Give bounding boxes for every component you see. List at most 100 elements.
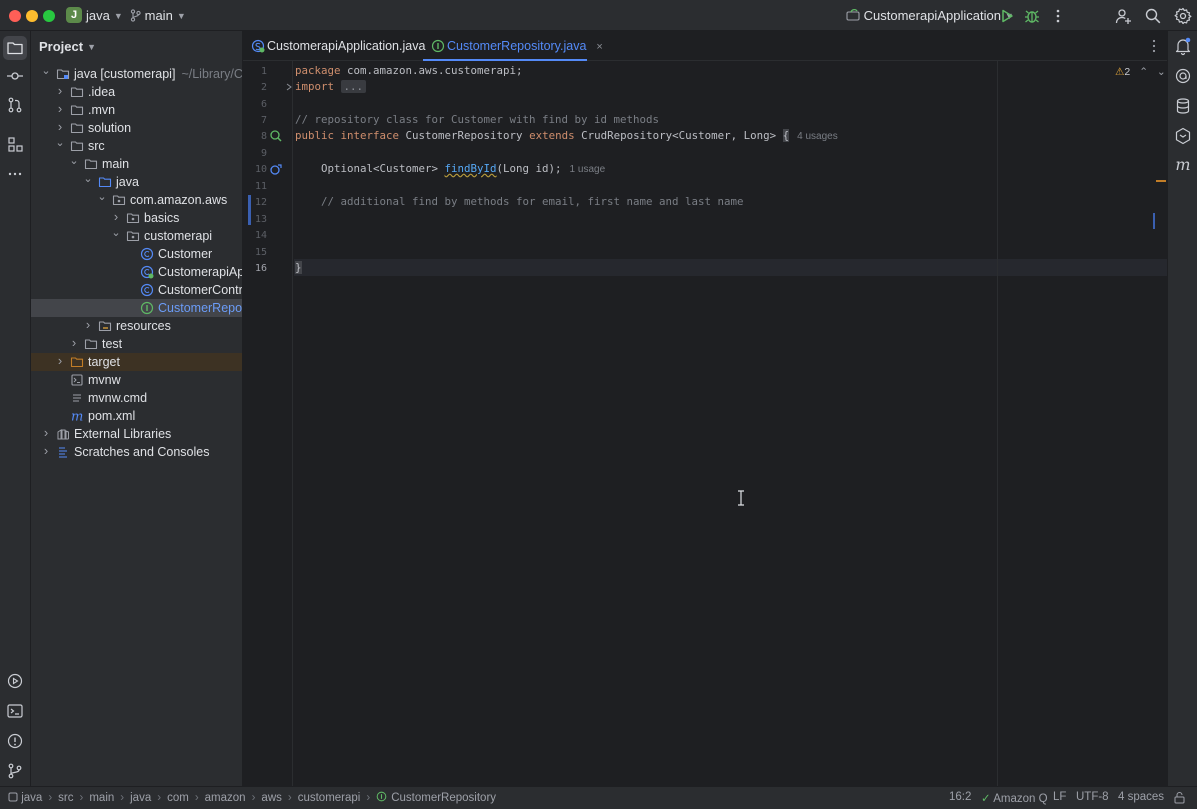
more-horizontal-icon xyxy=(8,172,22,176)
code-line-2: import ... xyxy=(295,80,367,93)
chevron-down-icon[interactable]: ⌄ xyxy=(69,152,79,170)
breadcrumb-item[interactable]: main xyxy=(89,792,114,804)
more-actions-button[interactable] xyxy=(1049,7,1067,25)
change-stripe-marker[interactable] xyxy=(1153,213,1155,229)
breadcrumb-item[interactable]: src xyxy=(58,792,73,804)
chevron-right-icon[interactable]: › xyxy=(41,442,51,460)
tree-item[interactable]: › .mvn xyxy=(31,100,242,119)
project-badge[interactable]: J xyxy=(66,7,82,23)
tree-item[interactable]: › test xyxy=(31,334,242,353)
tab-customerapi-application[interactable]: CustomerapiApplication.java xyxy=(243,31,425,61)
tab-options-button[interactable] xyxy=(1147,38,1161,54)
more-tools-button[interactable] xyxy=(5,164,25,184)
chevron-right-icon[interactable]: › xyxy=(83,316,93,334)
breadcrumb-item[interactable]: aws xyxy=(261,792,281,804)
project-tool-button[interactable] xyxy=(3,36,27,60)
search-everywhere-button[interactable] xyxy=(1144,7,1162,25)
minimize-window-button[interactable] xyxy=(26,10,38,22)
tree-item[interactable]: ⌄ customerapi xyxy=(31,224,242,245)
structure-tool-button[interactable] xyxy=(5,134,25,154)
breadcrumb-item[interactable]: amazon xyxy=(205,792,246,804)
tree-item[interactable]: › basics xyxy=(31,209,242,227)
chevron-right-icon[interactable]: › xyxy=(55,100,65,118)
chevron-right-icon[interactable]: › xyxy=(55,82,65,100)
pull-requests-tool-button[interactable] xyxy=(5,95,25,115)
code-editor[interactable]: 1 2 6 7 8 9 10 11 12 13 14 15 16 package… xyxy=(243,61,1167,786)
fold-expand-icon[interactable] xyxy=(285,82,293,92)
module-icon xyxy=(8,792,18,802)
chevron-down-icon[interactable]: ⌄ xyxy=(83,170,93,188)
close-window-button[interactable] xyxy=(9,10,21,22)
breadcrumb-item[interactable]: java xyxy=(130,792,151,804)
zoom-window-button[interactable] xyxy=(43,10,55,22)
aws-toolkit-tool-button[interactable] xyxy=(1173,126,1193,146)
run-config-selector[interactable]: CustomerapiApplication ▼ xyxy=(846,8,1014,23)
chevron-right-icon[interactable]: › xyxy=(41,424,51,442)
tree-item[interactable]: mvnw xyxy=(31,371,242,389)
code-line-8: public interface CustomerRepository exte… xyxy=(295,129,838,142)
tree-item[interactable]: ⌄ java [customerapi]~/Library/CloudSt xyxy=(31,62,242,83)
tree-item[interactable]: CustomerControlle xyxy=(31,281,242,299)
tree-item[interactable]: ⌄ main xyxy=(31,152,242,173)
previous-highlight-icon[interactable]: ⌃ xyxy=(1139,66,1148,78)
line-ending-selector[interactable]: LF xyxy=(1053,791,1066,803)
breadcrumb-item[interactable]: customerapi xyxy=(298,792,361,804)
spring-bean-gutter-icon[interactable] xyxy=(269,129,283,143)
tree-item[interactable]: › External Libraries xyxy=(31,424,242,443)
settings-button[interactable] xyxy=(1174,7,1192,25)
tab-customer-repository[interactable]: CustomerRepository.java × xyxy=(423,31,603,61)
folded-imports[interactable]: ... xyxy=(340,80,367,93)
breadcrumb-item[interactable]: com xyxy=(167,792,189,804)
git-tool-button[interactable] xyxy=(5,761,25,781)
maven-tool-button[interactable]: m xyxy=(1173,155,1193,175)
tree-item-label: test xyxy=(102,337,123,351)
tree-item[interactable]: ⌄ src xyxy=(31,134,242,155)
breadcrumb-item[interactable]: java xyxy=(21,792,42,804)
problems-tool-button[interactable] xyxy=(5,731,25,751)
commit-tool-button[interactable] xyxy=(5,66,25,86)
tree-item[interactable]: CustomerapiApplic xyxy=(31,263,242,281)
chevron-down-icon[interactable]: ⌄ xyxy=(55,134,65,152)
project-panel-header[interactable]: Project ▼ xyxy=(39,39,96,54)
usages-hint[interactable]: 4 usages xyxy=(797,131,838,142)
amazon-q-status[interactable]: ✓ Amazon Q xyxy=(981,791,1048,805)
tree-item[interactable]: Customer xyxy=(31,245,242,263)
tree-item[interactable]: CustomerReposito xyxy=(31,299,242,317)
database-tool-button[interactable] xyxy=(1173,96,1193,116)
tree-item[interactable]: › resources xyxy=(31,316,242,335)
code-with-me-button[interactable] xyxy=(1114,7,1132,25)
debug-button[interactable] xyxy=(1023,7,1041,25)
close-tab-icon[interactable]: × xyxy=(596,41,602,53)
ai-assistant-tool-button[interactable] xyxy=(1173,66,1193,86)
chevron-down-icon[interactable]: ⌄ xyxy=(41,62,51,80)
chevron-right-icon[interactable]: › xyxy=(55,352,65,370)
services-tool-button[interactable] xyxy=(5,671,25,691)
interface-icon xyxy=(140,301,154,315)
read-only-toggle[interactable] xyxy=(1174,792,1185,807)
caret-position[interactable]: 16:2 xyxy=(949,791,971,803)
tree-item[interactable]: › target xyxy=(31,352,242,371)
chevron-right-icon[interactable]: › xyxy=(69,334,79,352)
encoding-selector[interactable]: UTF-8 xyxy=(1076,791,1109,803)
project-selector[interactable]: java ▼ xyxy=(86,8,123,23)
next-highlight-icon[interactable]: ⌄ xyxy=(1157,66,1166,78)
notifications-tool-button[interactable] xyxy=(1173,36,1193,56)
usages-hint[interactable]: 1 usage xyxy=(570,164,606,175)
tree-item[interactable]: m pom.xml xyxy=(31,407,242,425)
chevron-down-icon[interactable]: ⌄ xyxy=(97,188,107,206)
breadcrumb-item[interactable]: CustomerRepository xyxy=(391,792,496,804)
run-button[interactable] xyxy=(998,7,1016,25)
terminal-tool-button[interactable] xyxy=(5,701,25,721)
indent-selector[interactable]: 4 spaces xyxy=(1118,791,1164,803)
tree-item[interactable]: ⌄ com.amazon.aws xyxy=(31,188,242,209)
warning-stripe-marker[interactable] xyxy=(1156,180,1166,182)
tree-item[interactable]: › Scratches and Consoles xyxy=(31,442,242,461)
tree-item[interactable]: › .idea xyxy=(31,82,242,101)
implemented-method-gutter-icon[interactable] xyxy=(269,162,283,176)
branch-selector[interactable]: main ▼ xyxy=(130,8,186,23)
tree-item[interactable]: mvnw.cmd xyxy=(31,389,242,407)
maven-icon: m xyxy=(1175,155,1191,174)
tree-item[interactable]: ⌄ java xyxy=(31,170,242,191)
chevron-down-icon[interactable]: ⌄ xyxy=(111,224,121,242)
inspections-widget[interactable]: ⚠2 ⌃ ⌄ xyxy=(1115,66,1166,78)
